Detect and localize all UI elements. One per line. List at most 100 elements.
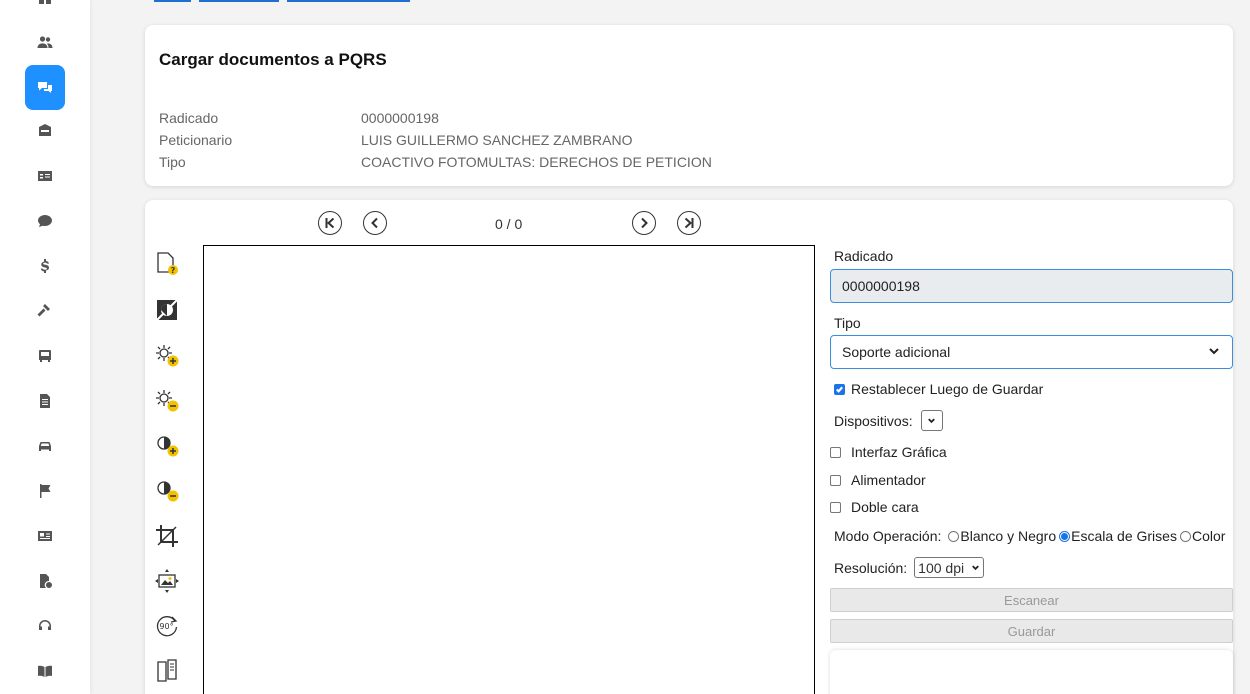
sidebar-item-book[interactable]	[25, 648, 65, 693]
scan-button[interactable]: Escanear	[830, 588, 1233, 612]
info-value: LUIS GUILLERMO SANCHEZ ZAMBRANO	[361, 132, 633, 148]
chat-icon	[38, 81, 52, 93]
next-page-button[interactable]	[632, 211, 656, 235]
contrast-up-tool[interactable]	[153, 432, 181, 460]
split-page-tool[interactable]	[153, 657, 181, 685]
car-icon	[39, 441, 51, 451]
brightness-up-tool[interactable]	[153, 342, 181, 370]
document-viewer[interactable]	[203, 245, 815, 694]
sidebar-item-gavel[interactable]	[25, 288, 65, 333]
crop-tool[interactable]	[153, 522, 181, 550]
headset-icon	[39, 619, 51, 630]
reset-after-save-label: Restablecer Luego de Guardar	[851, 381, 1044, 397]
breadcrumb-link-2[interactable]	[199, 0, 279, 2]
info-value: 0000000198	[361, 110, 439, 126]
svg-text:90°: 90°	[159, 622, 173, 631]
chevron-left-icon	[371, 217, 378, 229]
mode-radio-gray[interactable]	[1059, 530, 1071, 542]
first-page-button[interactable]	[318, 211, 342, 235]
alimentador-label: Alimentador	[851, 472, 926, 488]
tipo-select-value: Soporte adicional	[842, 344, 951, 360]
devices-select[interactable]	[920, 410, 943, 431]
resolution-select[interactable]: 100 dpi	[914, 557, 985, 578]
brightness-down-tool[interactable]	[153, 387, 181, 415]
brightness-down-icon	[156, 390, 179, 412]
radicado-label: Radicado	[834, 248, 894, 264]
mode-option-bw[interactable]: Blanco y Negro	[948, 528, 1056, 544]
breadcrumb-link-3[interactable]	[287, 0, 410, 2]
sidebar-item-users[interactable]	[25, 19, 65, 64]
radicado-field[interactable]: 0000000198	[830, 269, 1233, 303]
svg-text:?: ?	[171, 266, 176, 275]
chevron-right-icon	[641, 217, 648, 229]
file-info-icon	[40, 573, 52, 588]
sidebar-item-document[interactable]	[25, 378, 65, 423]
mode-row: Modo Operación: Blanco y Negro Escala de…	[834, 528, 1228, 544]
resolution-row: Resolución: 100 dpi	[834, 557, 985, 578]
sidebar-item-inbox[interactable]	[25, 108, 65, 153]
invert-tool[interactable]	[153, 296, 181, 324]
contrast-down-tool[interactable]	[153, 477, 181, 505]
page-counter: 0 / 0	[495, 216, 523, 232]
rotate-90-tool[interactable]: 90°	[153, 612, 181, 640]
sidebar-item-bus[interactable]	[25, 333, 65, 378]
mode-radio-bw[interactable]	[948, 530, 960, 542]
thumbnail-panel	[830, 650, 1233, 694]
contrast-up-icon	[157, 436, 179, 457]
sidebar-item-idcard[interactable]	[25, 153, 65, 198]
resolution-label: Resolución:	[834, 559, 908, 576]
page-title: Cargar documentos a PQRS	[159, 50, 387, 69]
sidebar-item-flag[interactable]	[25, 468, 65, 513]
rotate-90-icon: 90°	[156, 616, 178, 637]
last-page-button[interactable]	[677, 211, 701, 235]
gavel-icon	[37, 303, 50, 316]
grid-icon	[39, 0, 51, 4]
mode-option-label: Escala de Grises	[1071, 528, 1177, 544]
scanner-card: 0 / 0 ? 90° Radicado 0000000198 Tipo Sop…	[145, 200, 1233, 694]
last-page-icon	[684, 217, 694, 229]
reset-after-save-checkbox[interactable]	[834, 383, 845, 395]
mode-radio-color[interactable]	[1179, 530, 1191, 542]
users-icon	[37, 35, 53, 48]
first-page-icon	[325, 217, 335, 229]
inbox-icon	[39, 123, 51, 136]
resize-image-icon	[155, 569, 179, 593]
mode-option-label: Blanco y Negro	[960, 528, 1057, 544]
flag-icon	[40, 483, 51, 498]
sidebar-item-support[interactable]	[25, 603, 65, 648]
chevron-down-icon	[928, 418, 935, 424]
option-row-interfaz: Interfaz Gráfica	[830, 444, 947, 460]
id-card-icon	[38, 170, 52, 181]
info-row-radicado: Radicado 0000000198	[159, 110, 439, 126]
sidebar-item-contact[interactable]	[25, 513, 65, 558]
sidebar-item-file-info[interactable]	[25, 558, 65, 603]
doble-cara-label: Doble cara	[851, 499, 919, 515]
save-button[interactable]: Guardar	[830, 619, 1233, 643]
sidebar-item-money-chat[interactable]	[25, 198, 65, 243]
mode-option-label: Color	[1191, 528, 1226, 544]
doble-cara-checkbox[interactable]	[830, 501, 841, 513]
resize-image-tool[interactable]	[153, 567, 181, 595]
sidebar-item-car[interactable]	[25, 423, 65, 468]
interfaz-checkbox[interactable]	[830, 446, 841, 458]
crop-icon	[156, 525, 178, 547]
sidebar-item-dollar[interactable]	[25, 243, 65, 288]
mode-option-gray[interactable]: Escala de Grises	[1059, 528, 1177, 544]
split-page-icon	[157, 659, 177, 682]
sidebar	[0, 0, 90, 694]
chevron-down-icon	[972, 565, 980, 571]
option-row-alimentador: Alimentador	[830, 472, 926, 488]
book-icon	[38, 665, 52, 677]
prev-page-button[interactable]	[363, 211, 387, 235]
mode-option-color[interactable]: Color	[1179, 528, 1226, 544]
alimentador-checkbox[interactable]	[830, 474, 841, 486]
brightness-up-icon	[156, 345, 179, 367]
unknown-page-tool[interactable]: ?	[153, 250, 181, 278]
sidebar-item-pqrs[interactable]	[25, 65, 65, 110]
document-icon	[40, 393, 50, 408]
breadcrumb-link-1[interactable]	[154, 0, 191, 2]
chevron-down-icon	[1207, 344, 1221, 361]
tipo-select[interactable]: Soporte adicional	[830, 335, 1233, 369]
info-value: COACTIVO FOTOMULTAS: DERECHOS DE PETICIO…	[361, 154, 712, 170]
invert-icon	[156, 299, 178, 321]
